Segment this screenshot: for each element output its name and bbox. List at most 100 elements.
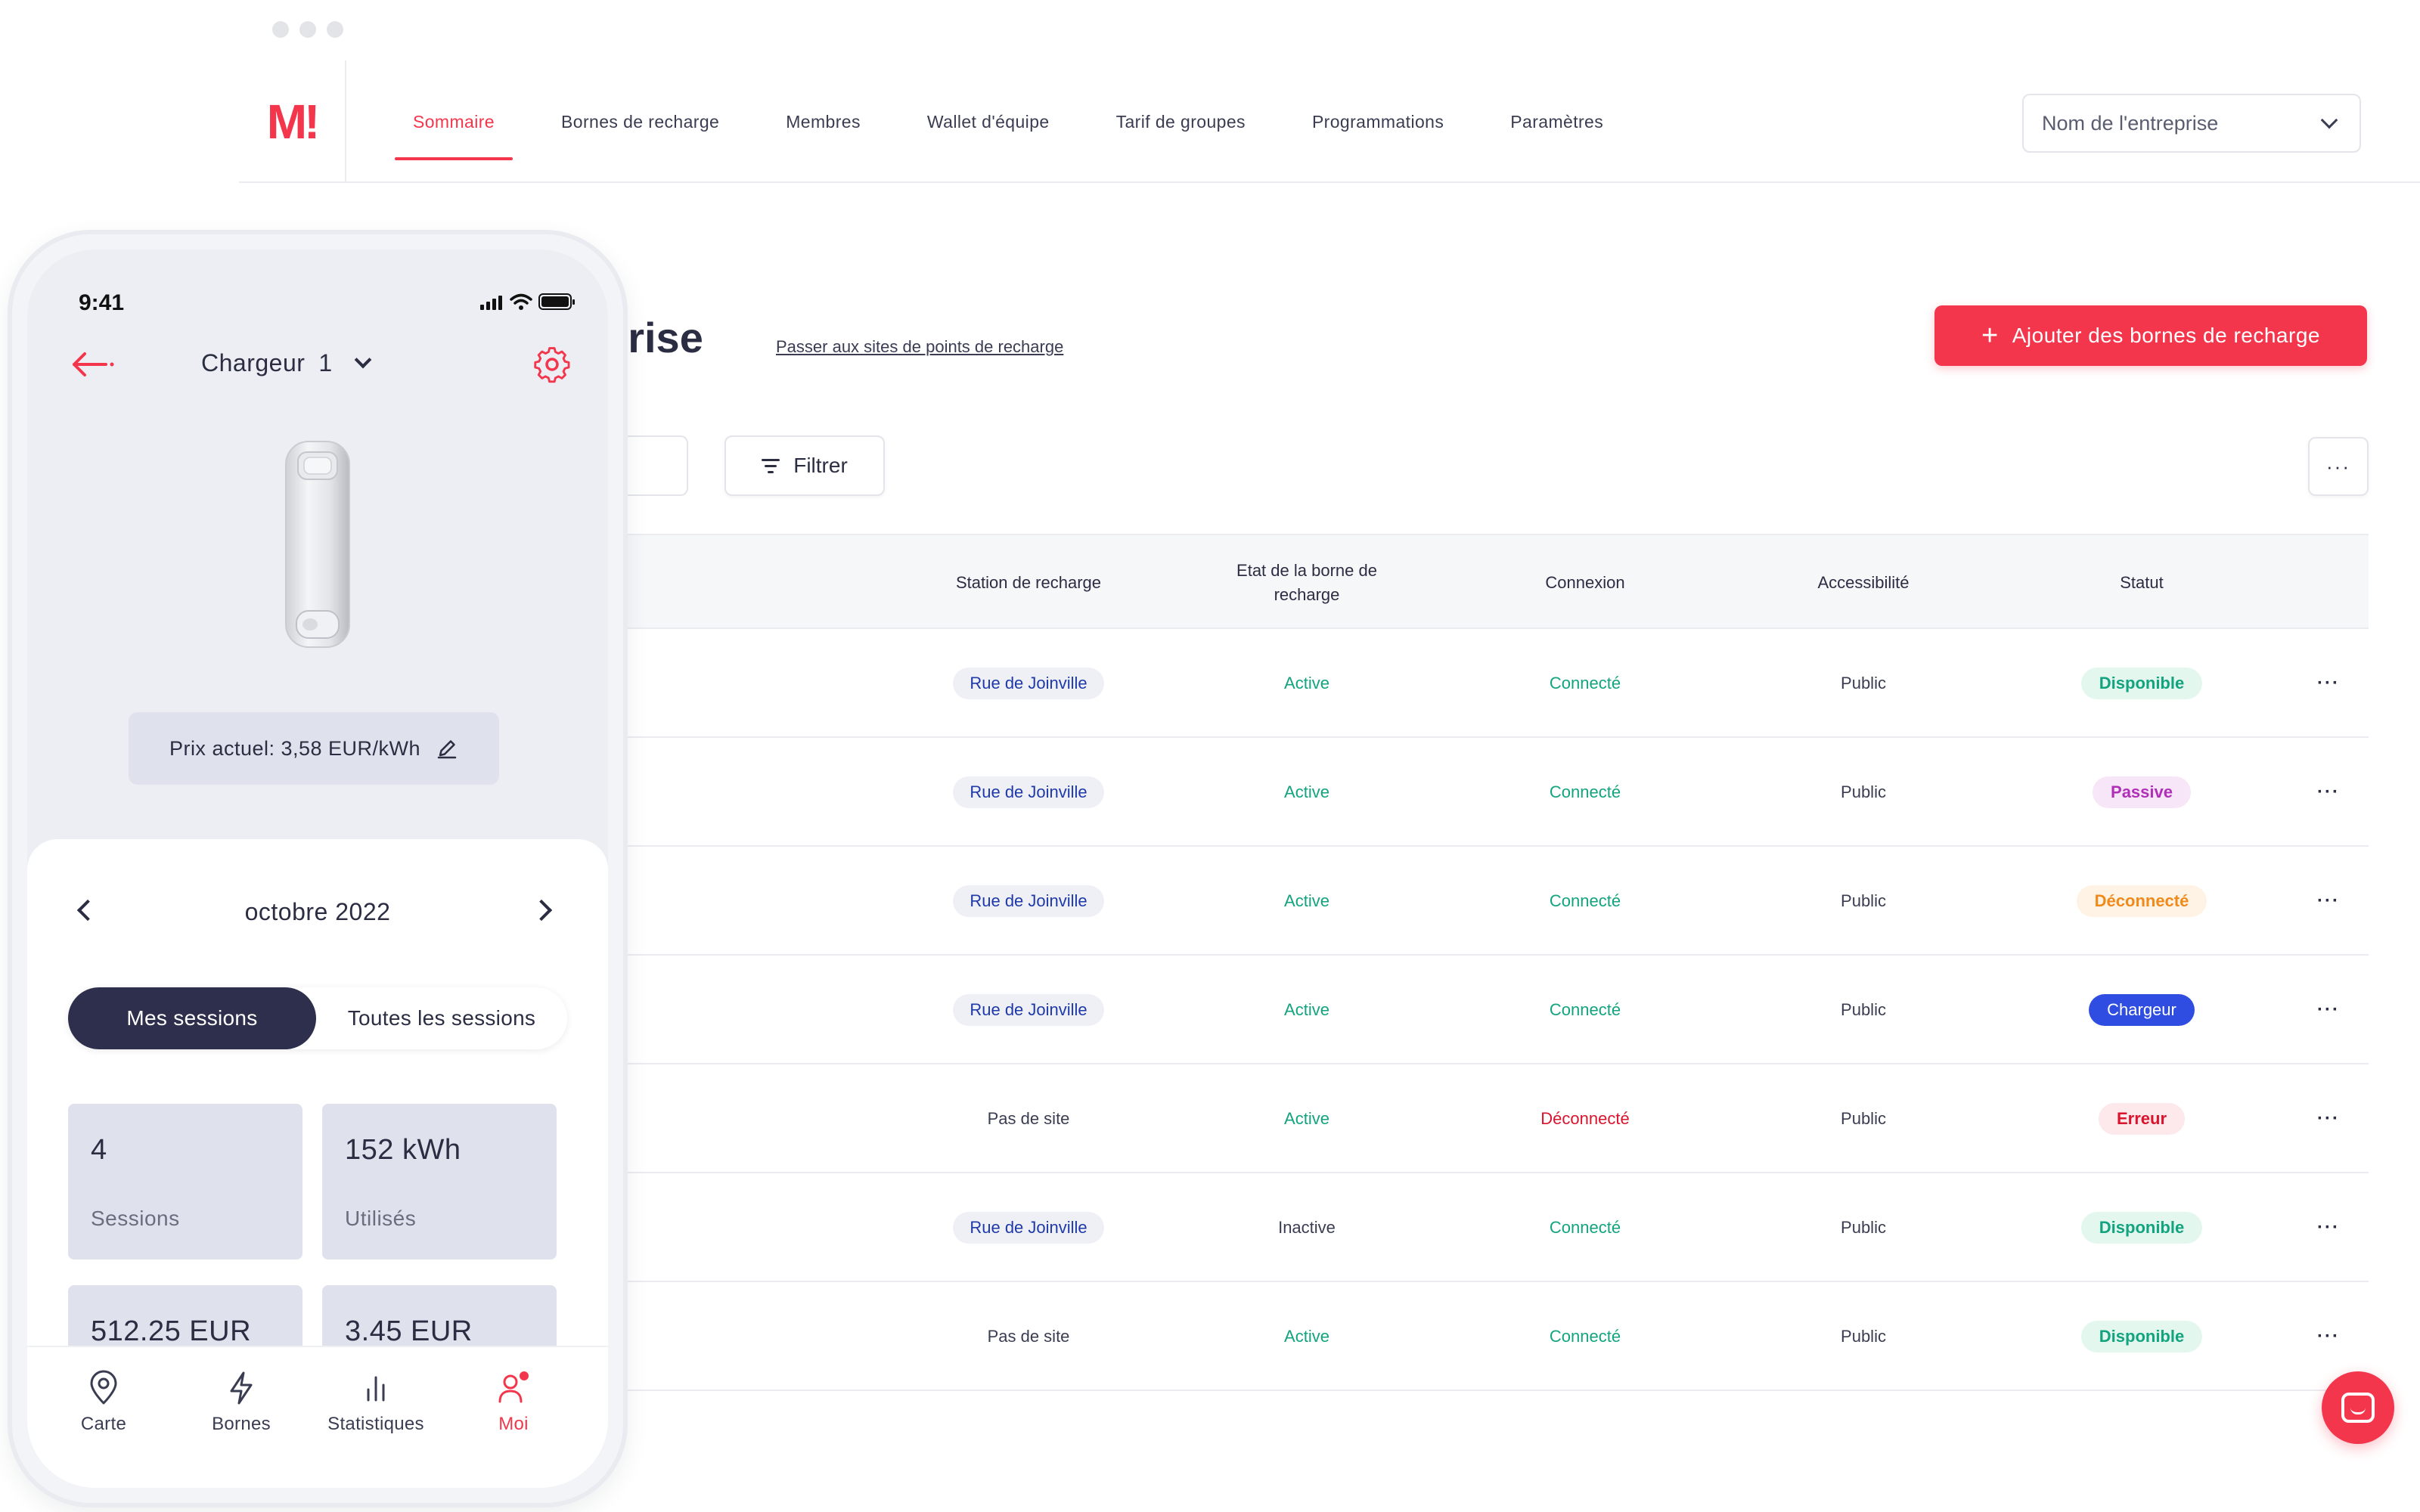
row-more-button[interactable]: ··· [2317, 891, 2340, 912]
row-more-button[interactable]: ··· [2317, 999, 2340, 1021]
table-header: Station de recharge Etat de la borne de r… [572, 534, 2369, 629]
connection-state: Connecté [1549, 1218, 1621, 1237]
plus-icon: + [1981, 320, 1999, 352]
station-name[interactable]: Rue de Joinville [953, 776, 1104, 808]
filter-icon [762, 458, 780, 473]
window-maximize-dot[interactable] [327, 21, 343, 38]
charger-selector[interactable]: Chargeur 1 [201, 349, 372, 377]
phone-screen: 9:41 Chargeur 1 Prix actuel: 3,58 EUR/kW… [27, 249, 608, 1488]
station-name: Pas de site [987, 1109, 1070, 1128]
tab-statistiques[interactable]: Statistiques [319, 1370, 433, 1435]
tab-label: Bornes [212, 1414, 271, 1434]
company-select[interactable]: Nom de l'entreprise [2022, 94, 2361, 153]
nav-item-bornes-de-recharge[interactable]: Bornes de recharge [543, 60, 737, 183]
station-name[interactable]: Rue de Joinville [953, 1212, 1104, 1244]
app-header: M! Sommaire Bornes de recharge Membres Wall… [239, 60, 2420, 183]
phone-mockup: 9:41 Chargeur 1 Prix actuel: 3,58 EUR/kW… [8, 230, 628, 1507]
stat-value: 3.45 EUR [345, 1315, 473, 1347]
station-name[interactable]: Rue de Joinville [953, 994, 1104, 1026]
row-more-button[interactable]: ··· [2317, 1217, 2340, 1238]
tab-label: Statistiques [327, 1414, 424, 1434]
add-chargers-button[interactable]: + Ajouter des bornes de recharge [1934, 305, 2367, 366]
borne-state-cell: Inactive [1168, 1173, 1446, 1282]
stat-card: 4 Sessions [68, 1104, 302, 1259]
table-row[interactable]: Rue de Joinville Active Connecté Public Pass… [572, 738, 2369, 847]
more-options-button[interactable]: ··· [2308, 437, 2369, 496]
charger-number: 1 [318, 349, 333, 376]
connection-state-cell: Connecté [1446, 629, 1724, 738]
switch-to-sites-link[interactable]: Passer aux sites de points de recharge [776, 337, 1063, 357]
column-header[interactable]: Etat de la borne de recharge [1224, 535, 1390, 631]
nav-item-tarif-de-groupes[interactable]: Tarif de groupes [1098, 60, 1264, 183]
battery-icon [538, 293, 575, 310]
row-more-button[interactable]: ··· [2317, 782, 2340, 803]
connection-state: Connecté [1549, 1327, 1621, 1346]
column-header[interactable]: Statut [2003, 535, 2281, 631]
status-badge-cell: Chargeur [2003, 956, 2281, 1064]
station-name[interactable]: Rue de Joinville [953, 885, 1104, 917]
accessibility-cell: Public [1724, 1282, 2003, 1391]
borne-state: Inactive [1278, 1218, 1336, 1237]
window-minimize-dot[interactable] [299, 21, 316, 38]
nav-item-sommaire[interactable]: Sommaire [395, 60, 513, 183]
current-price-box[interactable]: Prix actuel: 3,58 EUR/kWh [129, 712, 499, 785]
table-row[interactable]: Pas de site Active Déconnecté Public Erreur ·… [572, 1064, 2369, 1173]
table-row[interactable]: Pas de site Active Connecté Public Disponibl… [572, 1282, 2369, 1391]
window-close-dot[interactable] [272, 21, 289, 38]
company-select-value: Nom de l'entreprise [2042, 111, 2219, 135]
main-nav: Sommaire Bornes de recharge Membres Wallet … [395, 60, 1652, 183]
tab-carte[interactable]: Carte [47, 1370, 160, 1435]
stat-value: 512.25 EUR [91, 1315, 252, 1347]
connection-state: Déconnecté [1540, 1109, 1630, 1128]
nav-item-membres[interactable]: Membres [768, 60, 879, 183]
borne-state: Active [1284, 891, 1329, 910]
connection-state-cell: Connecté [1446, 956, 1724, 1064]
tab-bornes[interactable]: Bornes [185, 1370, 298, 1435]
status-badge-cell: Erreur [2003, 1064, 2281, 1173]
bottom-tab-bar: Carte Bornes Statistiques Moi [27, 1346, 608, 1488]
column-header[interactable]: Station de recharge [889, 535, 1168, 631]
filter-button[interactable]: Filtrer [724, 435, 885, 496]
nav-item-param-tres[interactable]: Paramètres [1492, 60, 1621, 183]
status-badge: Disponible [2080, 1321, 2203, 1352]
table-row[interactable]: Rue de Joinville Active Connecté Public Disp… [572, 629, 2369, 738]
borne-state-cell: Active [1168, 1064, 1446, 1173]
segment-my-sessions[interactable]: Mes sessions [68, 987, 316, 1049]
column-header[interactable]: Connexion [1446, 535, 1724, 631]
chat-support-button[interactable] [2322, 1371, 2394, 1444]
gear-icon[interactable] [531, 343, 573, 386]
nav-item-wallet-d-quipe[interactable]: Wallet d'équipe [909, 60, 1068, 183]
connection-state-cell: Connecté [1446, 1173, 1724, 1282]
tab-moi[interactable]: Moi [457, 1370, 570, 1435]
segment-all-sessions[interactable]: Toutes les sessions [316, 987, 567, 1049]
sessions-segmented-control: Mes sessions Toutes les sessions [68, 987, 567, 1049]
borne-state-cell: Active [1168, 629, 1446, 738]
connection-state: Connecté [1549, 891, 1621, 910]
column-header[interactable]: Accessibilité [1724, 535, 2003, 631]
table-row[interactable]: Rue de Joinville Inactive Connecté Public Di… [572, 1173, 2369, 1282]
station-name-cell: Pas de site [889, 1282, 1168, 1391]
station-name-cell: Rue de Joinville [889, 629, 1168, 738]
brand-logo[interactable]: M! [267, 94, 321, 150]
chargers-table: Station de recharge Etat de la borne de r… [572, 534, 2369, 1391]
filter-label: Filtrer [793, 454, 848, 477]
status-badge: Disponible [2080, 1212, 2203, 1244]
table-row[interactable]: Rue de Joinville Active Connecté Public Déco… [572, 847, 2369, 956]
nav-item-programmations[interactable]: Programmations [1294, 60, 1462, 183]
charger-name: Chargeur [201, 349, 306, 376]
accessibility: Public [1841, 1218, 1886, 1237]
row-more-button[interactable]: ··· [2317, 673, 2340, 694]
accessibility: Public [1841, 891, 1886, 910]
charger-device-image [280, 437, 355, 652]
row-more-button[interactable]: ··· [2317, 1108, 2340, 1129]
row-more-button[interactable]: ··· [2317, 1326, 2340, 1347]
status-badge: Disponible [2080, 668, 2203, 699]
station-name: Pas de site [987, 1327, 1070, 1346]
status-badge-cell: Passive [2003, 738, 2281, 847]
chevron-down-icon [354, 351, 372, 368]
back-arrow-icon[interactable] [68, 342, 118, 387]
table-row[interactable]: Rue de Joinville Active Connecté Public Char… [572, 956, 2369, 1064]
station-name[interactable]: Rue de Joinville [953, 668, 1104, 699]
month-label: octobre 2022 [244, 898, 391, 925]
bar-chart-icon [319, 1370, 433, 1406]
